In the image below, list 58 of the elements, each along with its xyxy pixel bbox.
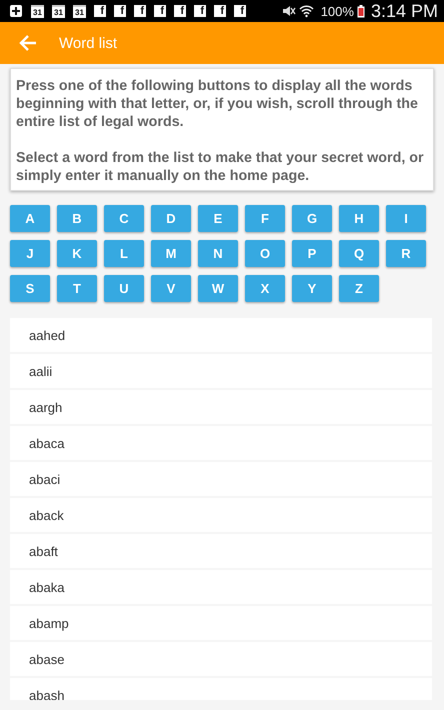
instructions-text: Press one of the following buttons to display all the words beginning with that letter, or, if you wish, scroll through the entire list of legal words. [16,77,419,131]
app-icon: f [194,5,206,17]
app-icon: f [114,5,126,17]
battery-percent: 100% [320,4,354,18]
letter-button[interactable]: E [198,205,238,232]
word-item[interactable]: abaci [10,462,432,496]
letter-button[interactable]: V [151,275,191,302]
app-icon: f [134,5,146,17]
letter-button[interactable]: M [151,240,191,267]
letter-button[interactable]: P [292,240,332,267]
app-icon: f [234,5,246,17]
word-item[interactable]: abaft [10,534,432,568]
letter-button[interactable]: R [386,240,426,267]
word-item[interactable]: abaka [10,570,432,604]
letter-button[interactable]: S [10,275,50,302]
plus-icon [9,4,23,18]
letter-button[interactable]: B [57,205,97,232]
word-item[interactable]: aargh [10,390,432,424]
wifi-icon [298,4,314,18]
word-item[interactable]: aahed [10,318,432,352]
back-button[interactable] [17,33,39,53]
letter-button[interactable]: J [10,240,50,267]
letter-button[interactable]: C [104,205,144,232]
letter-button[interactable]: N [198,240,238,267]
app-icon: f [154,5,166,17]
letter-button[interactable]: F [245,205,285,232]
instructions-text: Select a word from the list to make that your secret word, or simply enter it manually on the home page. [16,149,425,185]
screen-title: Word list [59,34,118,52]
word-item[interactable]: abamp [10,606,432,640]
word-item[interactable]: abase [10,642,432,676]
word-item[interactable]: abaca [10,426,432,460]
calendar-icon: 31 [52,4,65,18]
letter-button[interactable]: D [151,205,191,232]
calendar-icon: 31 [31,4,44,18]
clock: 3:14 PM [370,0,438,22]
letter-button[interactable]: Z [339,275,379,302]
letter-button[interactable]: G [292,205,332,232]
letter-button[interactable]: Y [292,275,332,302]
mute-icon [282,5,296,17]
word-item[interactable]: abash [10,678,432,700]
letter-button[interactable]: L [104,240,144,267]
letter-button[interactable]: X [245,275,285,302]
letter-button[interactable]: T [57,275,97,302]
letter-button[interactable]: Q [339,240,379,267]
app-icon: f [214,5,226,17]
letter-button[interactable]: W [198,275,238,302]
word-item[interactable]: aback [10,498,432,532]
letter-button[interactable]: K [57,240,97,267]
battery-icon [356,4,365,18]
calendar-icon: 31 [73,4,86,18]
letter-button[interactable]: H [339,205,379,232]
app-icon: f [174,5,186,17]
letter-button[interactable]: I [386,205,426,232]
letter-button[interactable]: A [10,205,50,232]
letter-button[interactable]: O [245,240,285,267]
word-item[interactable]: aalii [10,354,432,388]
letter-button[interactable]: U [104,275,144,302]
app-icon: f [94,5,106,17]
